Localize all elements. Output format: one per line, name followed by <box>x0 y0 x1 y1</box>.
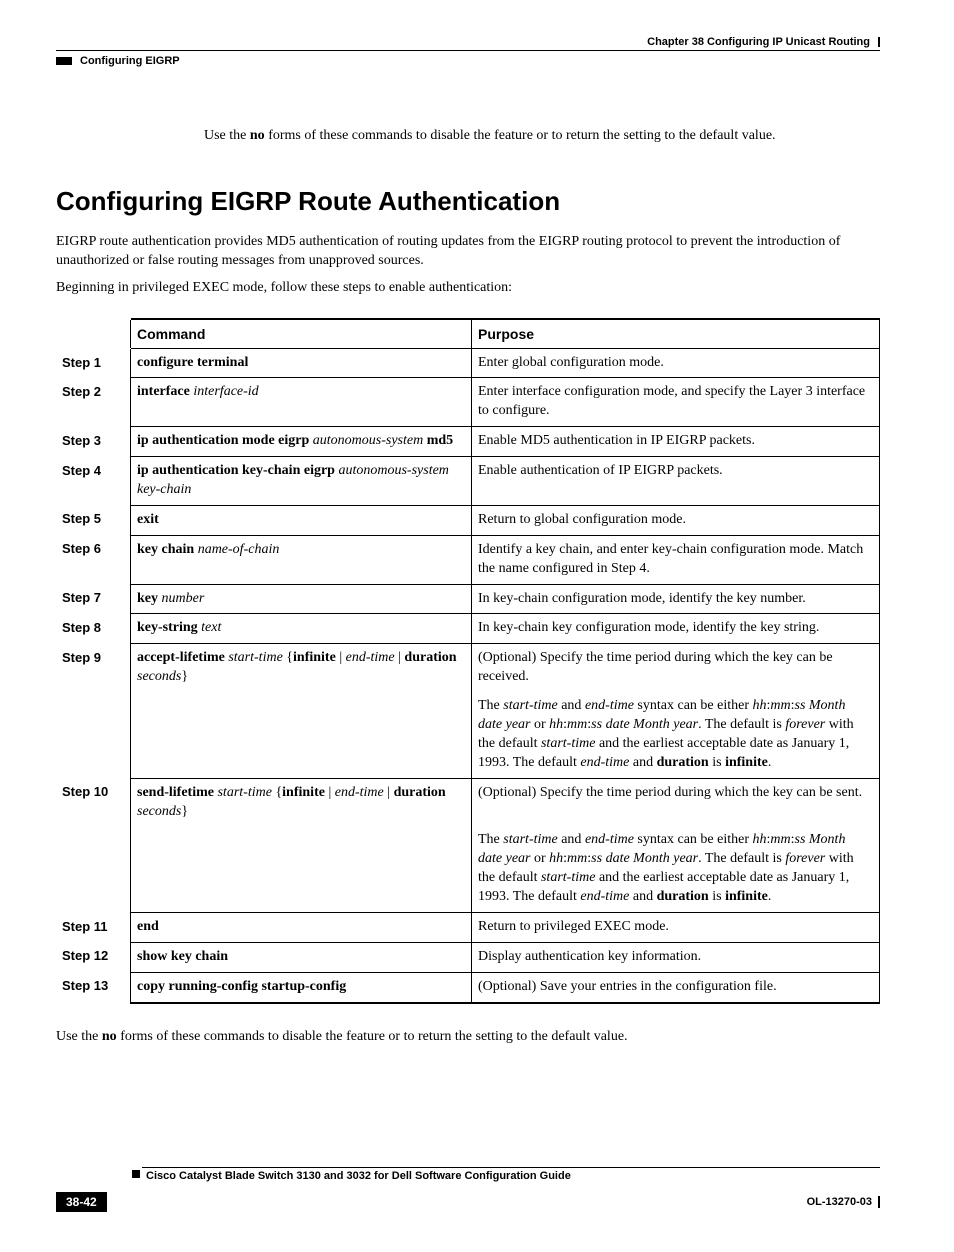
command-cell <box>131 826 472 912</box>
command-cell: show key chain <box>131 942 472 972</box>
table-row: Step 4ip authentication key-chain eigrp … <box>56 457 880 506</box>
command-cell: send-lifetime start-time {infinite | end… <box>131 778 472 826</box>
step-label: Step 2 <box>56 378 131 427</box>
command-cell: key chain name-of-chain <box>131 535 472 584</box>
table-row: Step 1configure terminalEnter global con… <box>56 348 880 378</box>
table-row: Step 10send-lifetime start-time {infinit… <box>56 778 880 826</box>
chapter-label: Chapter 38 Configuring IP Unicast Routin… <box>647 36 870 48</box>
step-label: Step 12 <box>56 942 131 972</box>
step-label: Step 5 <box>56 505 131 535</box>
step-label: Step 1 <box>56 348 131 378</box>
purpose-cell: Return to privileged EXEC mode. <box>472 913 880 943</box>
steps-table: Command Purpose Step 1configure terminal… <box>56 318 880 1004</box>
purpose-cell: Return to global configuration mode. <box>472 505 880 535</box>
command-cell: accept-lifetime start-time {infinite | e… <box>131 644 472 692</box>
command-cell: interface interface-id <box>131 378 472 427</box>
purpose-cell: Identify a key chain, and enter key-chai… <box>472 535 880 584</box>
step-label: Step 9 <box>56 644 131 692</box>
intro-paragraph: Use the no forms of these commands to di… <box>204 127 880 146</box>
purpose-cell: The start-time and end-time syntax can b… <box>472 692 880 778</box>
page-footer: Cisco Catalyst Blade Switch 3130 and 303… <box>56 1167 880 1212</box>
step-label: Step 6 <box>56 535 131 584</box>
command-cell: end <box>131 913 472 943</box>
purpose-cell: (Optional) Save your entries in the conf… <box>472 972 880 1002</box>
footer-tick-icon <box>878 1196 880 1208</box>
command-cell: copy running-config startup-config <box>131 972 472 1002</box>
purpose-cell: In key-chain configuration mode, identif… <box>472 584 880 614</box>
table-row: Step 6key chain name-of-chainIdentify a … <box>56 535 880 584</box>
table-header-command: Command <box>131 319 472 349</box>
step-label: Step 11 <box>56 913 131 943</box>
step-label: Step 8 <box>56 614 131 644</box>
footer-title: Cisco Catalyst Blade Switch 3130 and 303… <box>146 1170 571 1182</box>
step-label: Step 7 <box>56 584 131 614</box>
command-cell: key number <box>131 584 472 614</box>
purpose-cell: Enable MD5 authentication in IP EIGRP pa… <box>472 427 880 457</box>
document-id: OL-13270-03 <box>807 1196 872 1208</box>
table-row: Step 2interface interface-idEnter interf… <box>56 378 880 427</box>
table-row: Step 11endReturn to privileged EXEC mode… <box>56 913 880 943</box>
paragraph-2: Beginning in privileged EXEC mode, follo… <box>56 279 880 298</box>
table-header-purpose: Purpose <box>472 319 880 349</box>
table-row: Step 5exitReturn to global configuration… <box>56 505 880 535</box>
step-label: Step 13 <box>56 972 131 1002</box>
command-cell: key-string text <box>131 614 472 644</box>
purpose-cell: The start-time and end-time syntax can b… <box>472 826 880 912</box>
header-tick-icon <box>878 37 880 47</box>
footer-square-icon <box>132 1170 140 1178</box>
table-row: The start-time and end-time syntax can b… <box>56 692 880 778</box>
header-rule <box>56 50 880 51</box>
table-row: Step 12show key chainDisplay authenticat… <box>56 942 880 972</box>
purpose-cell: (Optional) Specify the time period durin… <box>472 778 880 826</box>
closing-paragraph: Use the no forms of these commands to di… <box>56 1028 880 1047</box>
step-label: Step 3 <box>56 427 131 457</box>
command-cell <box>131 692 472 778</box>
command-cell: ip authentication key-chain eigrp autono… <box>131 457 472 506</box>
command-cell: exit <box>131 505 472 535</box>
table-row: Step 7key numberIn key-chain configurati… <box>56 584 880 614</box>
table-row: The start-time and end-time syntax can b… <box>56 826 880 912</box>
paragraph-1: EIGRP route authentication provides MD5 … <box>56 233 880 271</box>
purpose-cell: Enter interface configuration mode, and … <box>472 378 880 427</box>
purpose-cell: Enter global configuration mode. <box>472 348 880 378</box>
purpose-cell: Display authentication key information. <box>472 942 880 972</box>
table-row: Step 9accept-lifetime start-time {infini… <box>56 644 880 692</box>
header-bar-icon <box>56 57 72 65</box>
section-label: Configuring EIGRP <box>80 55 180 67</box>
running-header: Chapter 38 Configuring IP Unicast Routin… <box>56 36 880 48</box>
purpose-cell: Enable authentication of IP EIGRP packet… <box>472 457 880 506</box>
step-label: Step 4 <box>56 457 131 506</box>
table-row: Step 8key-string textIn key-chain key co… <box>56 614 880 644</box>
table-row: Step 3ip authentication mode eigrp auton… <box>56 427 880 457</box>
command-cell: configure terminal <box>131 348 472 378</box>
purpose-cell: In key-chain key configuration mode, ide… <box>472 614 880 644</box>
command-cell: ip authentication mode eigrp autonomous-… <box>131 427 472 457</box>
section-heading: Configuring EIGRP Route Authentication <box>56 186 880 217</box>
step-label: Step 10 <box>56 778 131 826</box>
purpose-cell: (Optional) Specify the time period durin… <box>472 644 880 692</box>
table-row: Step 13copy running-config startup-confi… <box>56 972 880 1002</box>
page-number: 38-42 <box>56 1192 107 1212</box>
